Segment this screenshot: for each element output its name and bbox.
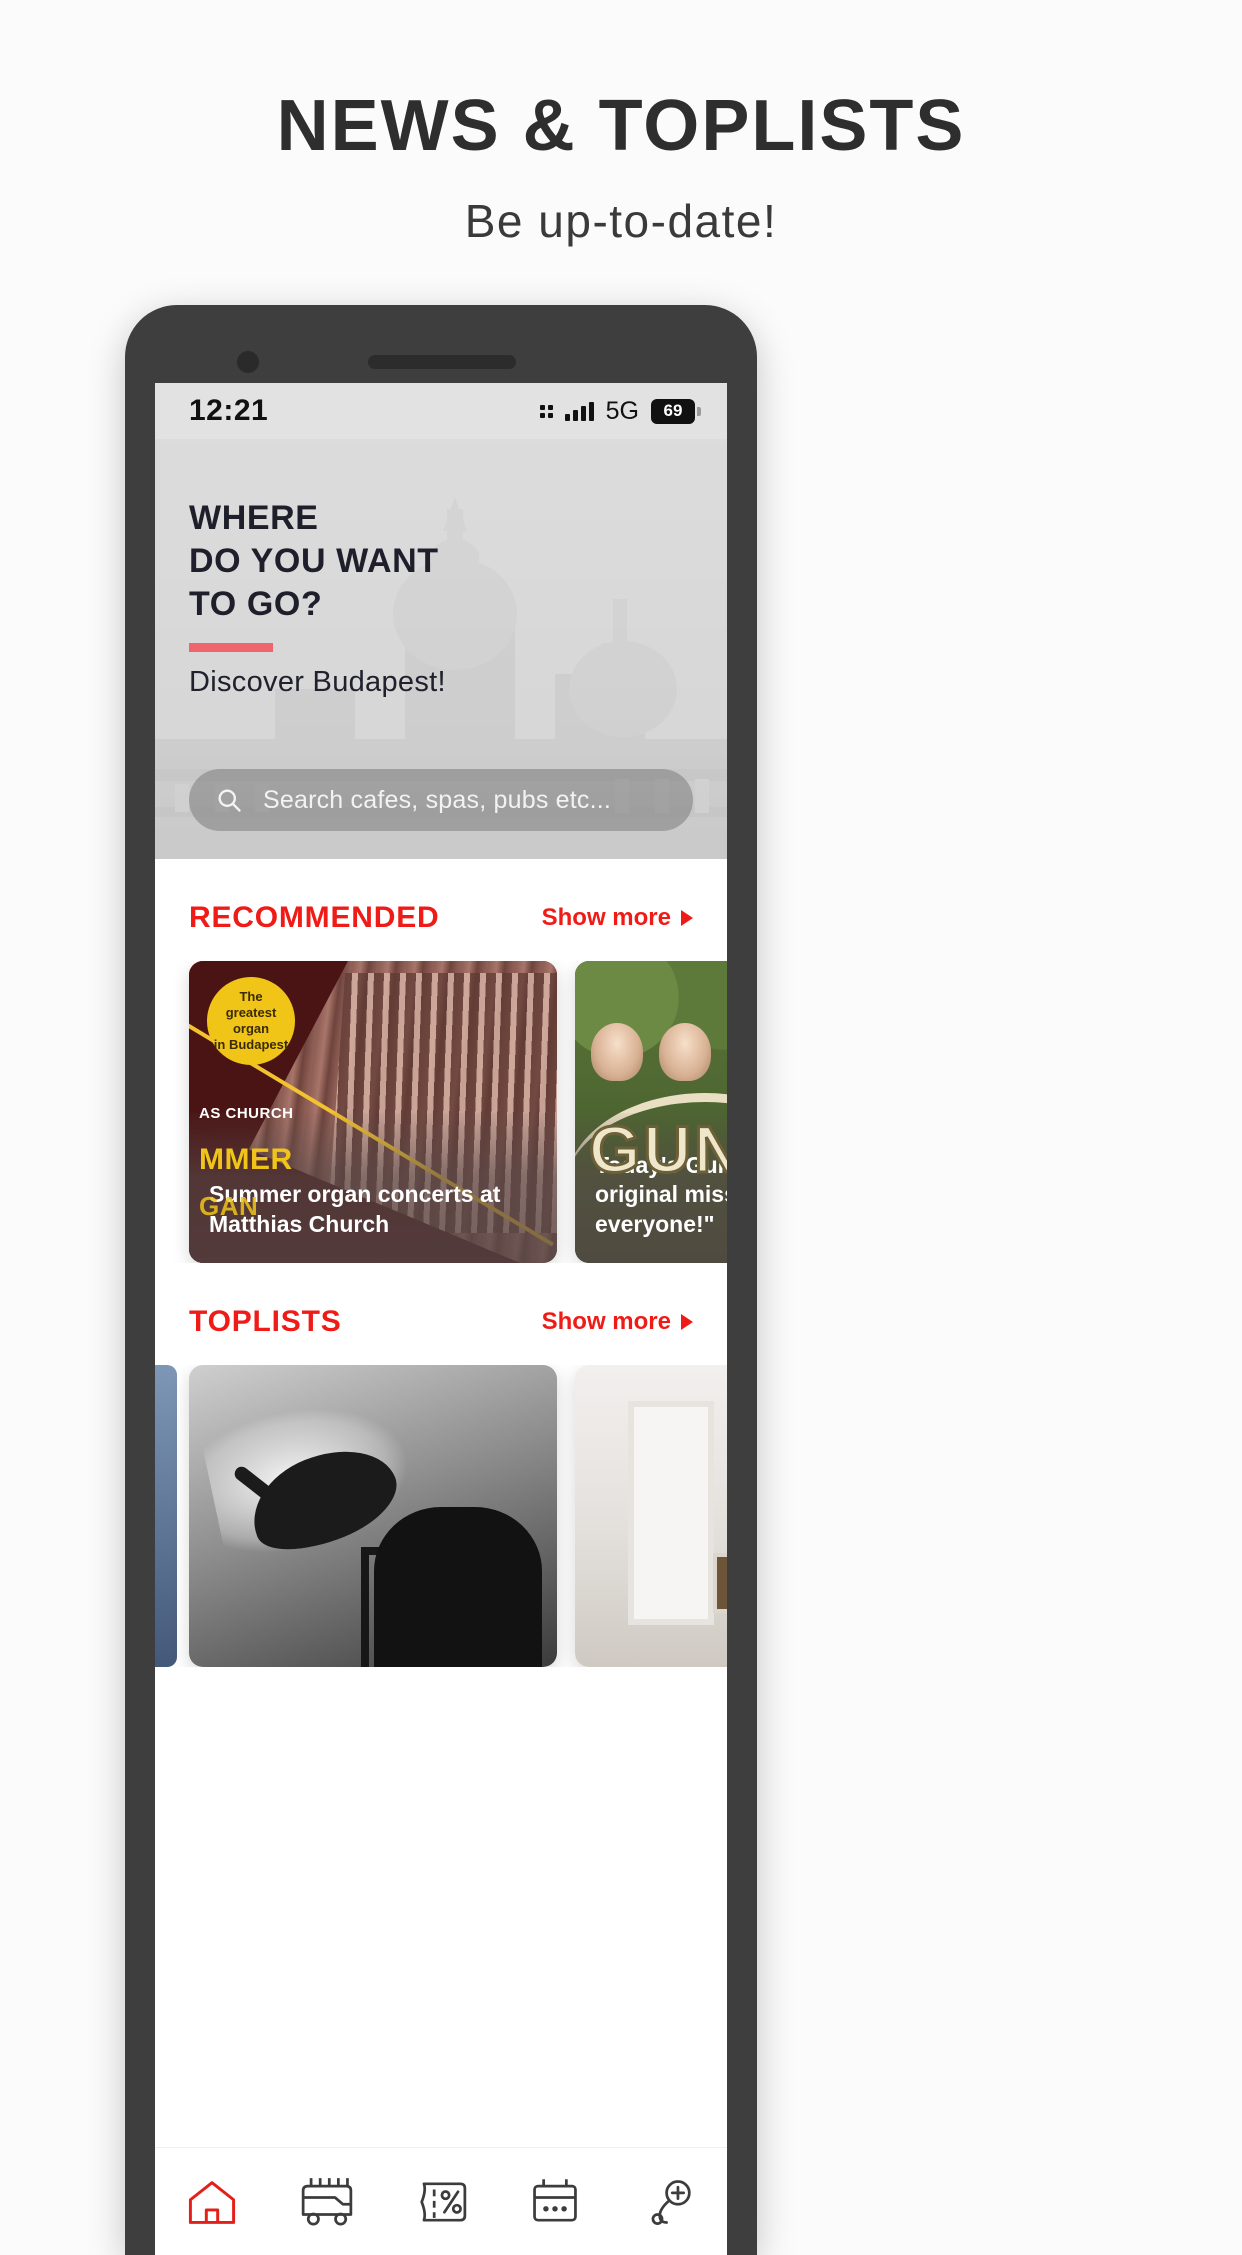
section-title-toplists: TOPLISTS — [189, 1305, 342, 1338]
card-image-peek — [155, 1365, 177, 1667]
card-badge: The greatest organ in Budapest — [207, 977, 295, 1065]
search-placeholder-text: Search cafes, spas, pubs etc... — [263, 785, 612, 814]
chevron-right-icon — [681, 1314, 693, 1330]
nav-item-discounts[interactable] — [393, 2164, 489, 2240]
nav-item-events[interactable] — [507, 2164, 603, 2240]
discount-ticket-icon — [420, 2181, 467, 2222]
calendar-icon — [533, 2178, 578, 2222]
hero-headline: WHERE DO YOU WANT TO GO? — [189, 499, 439, 623]
show-more-label: Show more — [541, 904, 671, 931]
section-header-toplists: TOPLISTS Show more — [155, 1263, 727, 1365]
card-organ-concerts[interactable]: The greatest organ in Budapest AS CHURCH… — [189, 961, 557, 1263]
card-gundel[interactable]: GUN Today's Gundel is original mission e… — [575, 961, 727, 1263]
battery-percent: 69 — [663, 401, 683, 420]
nav-item-transport[interactable] — [279, 2164, 375, 2240]
card-image-cat — [189, 1365, 557, 1667]
card-row-recommended[interactable]: The greatest organ in Budapest AS CHURCH… — [155, 961, 727, 1263]
front-camera-icon — [237, 351, 259, 373]
nav-item-home[interactable] — [164, 2164, 260, 2240]
bottom-navigation-bar[interactable] — [155, 2147, 727, 2255]
hero-accent-rule — [189, 643, 273, 653]
earpiece-speaker — [368, 355, 516, 369]
chevron-right-icon — [681, 910, 693, 926]
location-pin-icon — [651, 2179, 691, 2225]
promo-header: NEWS & TOPLISTS Be up-to-date! — [0, 0, 1242, 248]
signal-bars-icon — [564, 401, 594, 421]
card-poster-text: AS CHURCH MMER GAN — [199, 1089, 294, 1237]
promo-title: NEWS & TOPLISTS — [276, 86, 966, 166]
battery-icon: 69 — [651, 398, 701, 424]
poster-line-2: MMER — [199, 1142, 293, 1176]
show-more-toplists[interactable]: Show more — [542, 1308, 693, 1336]
network-type-label: 5G — [605, 396, 639, 425]
hero-content: WHERE DO YOU WANT TO GO? Discover Budape… — [155, 439, 727, 699]
hero-subtitle: Discover Budapest! — [189, 666, 446, 699]
poster-line-3: GAN — [199, 1190, 259, 1221]
section-header-recommended: RECOMMENDED Show more — [155, 859, 727, 961]
hero-banner: WHERE DO YOU WANT TO GO? Discover Budape… — [155, 439, 727, 859]
phone-mockup: 12:21 5G 69 WHERE DO YOU WANT TO GO? Dis… — [125, 305, 757, 2255]
search-icon — [218, 789, 241, 812]
home-icon — [189, 2180, 236, 2224]
card-row-toplists[interactable] — [155, 1365, 727, 1667]
status-indicators: 5G 69 — [539, 396, 701, 426]
poster-line-1: AS CHURCH — [199, 1104, 294, 1122]
status-bar: 12:21 5G 69 — [155, 383, 727, 439]
promo-subtitle: Be up-to-date! — [464, 195, 778, 247]
card-peek-left[interactable] — [155, 1365, 177, 1667]
section-title-recommended: RECOMMENDED — [189, 901, 440, 934]
card-toplist-1[interactable] — [189, 1365, 557, 1667]
card-image-room — [575, 1365, 727, 1667]
search-input[interactable]: Search cafes, spas, pubs etc... — [189, 769, 693, 831]
card-toplist-2[interactable] — [575, 1365, 727, 1667]
gundel-sign-text: GUN — [588, 1111, 727, 1188]
nav-item-nearby[interactable] — [622, 2164, 718, 2240]
phone-screen: 12:21 5G 69 WHERE DO YOU WANT TO GO? Dis… — [155, 383, 727, 2255]
show-more-label: Show more — [541, 1308, 671, 1335]
bus-icon — [301, 2177, 352, 2226]
signal-dots-icon — [539, 404, 553, 418]
status-time: 12:21 — [189, 394, 269, 427]
show-more-recommended[interactable]: Show more — [542, 904, 693, 932]
